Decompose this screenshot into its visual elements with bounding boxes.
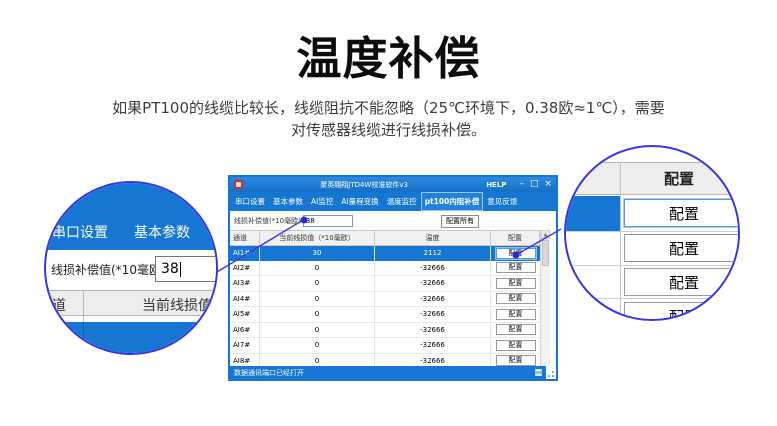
cell-line-loss: 30 [260, 246, 375, 261]
tab-feedback[interactable]: 意见反馈 [483, 192, 521, 211]
status-bar: 数据通讯端口已经打开 [230, 366, 556, 379]
description-line-2: 对传感器线缆进行线损补偿。 [291, 121, 486, 139]
cell-temperature: -32666 [375, 323, 491, 338]
table-row[interactable]: AI7# 0 -32666 配置 [230, 338, 540, 354]
table-row[interactable]: AI3# 0 -32666 配置 [230, 276, 540, 292]
configure-button[interactable]: 配置 [496, 340, 536, 351]
right-callout: 配置 配置 配置 配置 配置 [564, 145, 740, 321]
header-channel: 通道 [230, 231, 260, 245]
table-row[interactable]: AI2# 0 -32666 配置 [230, 261, 540, 277]
cell-line-loss: 0 [260, 323, 375, 338]
configure-button-magnified: 配置 [624, 199, 740, 227]
configure-button[interactable]: 配置 [496, 355, 536, 366]
left-callout-tabbar: 串口设置 基本参数 [46, 183, 216, 250]
right-callout-selected-cell [566, 196, 620, 231]
left-callout-header-line-loss: 当前线损值 [142, 295, 212, 315]
cell-channel: AI6# [230, 323, 260, 338]
left-callout-tab-serial: 串口设置 [52, 222, 108, 242]
app-icon [234, 180, 243, 189]
cell-line-loss: 0 [260, 276, 375, 291]
compensation-toolbar: 线损补偿值(*10毫欧) [230, 211, 556, 230]
scrollbar[interactable]: ▲ ▼ [540, 230, 550, 375]
cell-line-loss: 0 [260, 338, 375, 353]
configure-button[interactable]: 配置 [496, 293, 536, 304]
maximize-icon[interactable]: □ [530, 180, 539, 189]
configure-button[interactable]: 配置 [496, 262, 536, 273]
cell-channel: AI5# [230, 307, 260, 322]
cell-channel: AI4# [230, 292, 260, 307]
compensation-label: 线损补偿值(*10毫欧) [234, 216, 301, 226]
right-callout-header: 配置 [566, 162, 738, 195]
titlebar: 聚英翱翔JTD4W校准软件v3 HELP – □ × [230, 177, 556, 192]
cell-temperature: -32666 [375, 338, 491, 353]
table-header-row: 通道 当前线损值（*10毫欧） 温度 配置 [230, 230, 540, 246]
channel-table: 通道 当前线损值（*10毫欧） 温度 配置 AI1# 30 2112 配置 AI… [230, 230, 556, 375]
cell-line-loss: 0 [260, 307, 375, 322]
header-temperature: 温度 [375, 231, 491, 245]
tab-bar: 串口设置 基本参数 AI监控 AI量程变换 温度监控 pt100内阻补偿 意见反… [230, 192, 556, 211]
configure-all-button[interactable]: 配置所有 [441, 215, 479, 228]
header-line-loss: 当前线损值（*10毫欧） [260, 231, 375, 245]
configure-button-magnified: 配置 [624, 302, 740, 321]
window-title: 聚英翱翔JTD4W校准软件v3 [246, 180, 482, 190]
cell-channel: AI7# [230, 338, 260, 353]
scrollbar-thumb[interactable] [542, 240, 549, 266]
tab-ai-range-convert[interactable]: AI量程变换 [337, 192, 382, 211]
tab-temperature-monitor[interactable]: 温度监控 [383, 192, 421, 211]
cell-temperature: -32666 [375, 261, 491, 276]
page: 温度补偿 如果PT100的线缆比较长，线缆阻抗不能忽略（25℃环境下，0.38欧… [0, 0, 777, 426]
configure-button-magnified: 配置 [624, 234, 740, 262]
table-row[interactable]: AI1# 30 2112 配置 [230, 246, 540, 261]
table-row[interactable]: AI6# 0 -32666 配置 [230, 323, 540, 339]
cell-temperature: 2112 [375, 246, 491, 261]
scroll-up-icon[interactable]: ▲ [541, 230, 550, 239]
app-window: 聚英翱翔JTD4W校准软件v3 HELP – □ × 串口设置 基本参数 AI监… [228, 175, 558, 381]
close-icon[interactable]: × [544, 180, 552, 189]
left-callout: 串口设置 基本参数 线损补偿值(*10毫欧) 38 通道 当前线损值 [44, 181, 218, 355]
resize-grip[interactable] [546, 366, 556, 379]
cell-channel: AI2# [230, 261, 260, 276]
cell-channel: AI3# [230, 276, 260, 291]
configure-button[interactable]: 配置 [496, 309, 536, 320]
serial-port-icon [535, 369, 542, 376]
cell-temperature: -32666 [375, 292, 491, 307]
cell-line-loss: 0 [260, 261, 375, 276]
left-callout-input: 38 [155, 256, 218, 282]
table-row[interactable]: AI4# 0 -32666 配置 [230, 292, 540, 308]
help-menu[interactable]: HELP [486, 181, 506, 189]
table-row[interactable]: AI5# 0 -32666 配置 [230, 307, 540, 323]
left-callout-filter-label: 线损补偿值(*10毫欧) [51, 261, 166, 278]
cell-temperature: -32666 [375, 276, 491, 291]
tab-ai-monitor[interactable]: AI监控 [307, 192, 337, 211]
configure-button[interactable]: 配置 [496, 278, 536, 289]
page-title: 温度补偿 [0, 22, 777, 87]
configure-button-magnified: 配置 [624, 268, 740, 296]
description-line-1: 如果PT100的线缆比较长，线缆阻抗不能忽略（25℃环境下，0.38欧≈1℃），… [112, 99, 665, 117]
column-divider [620, 162, 621, 319]
compensation-input[interactable] [303, 215, 353, 227]
cell-channel: AI1# [230, 246, 260, 261]
tab-pt100-compensation[interactable]: pt100内阻补偿 [421, 192, 484, 211]
left-callout-header-channel: 通道 [44, 295, 66, 315]
text-cursor-icon [180, 262, 181, 277]
page-description: 如果PT100的线缆比较长，线缆阻抗不能忽略（25℃环境下，0.38欧≈1℃），… [0, 97, 777, 141]
header-configure: 配置 [491, 231, 540, 245]
left-callout-tab-basic: 基本参数 [134, 222, 190, 242]
left-callout-table-header: 通道 当前线损值 [46, 290, 216, 316]
configure-button[interactable]: 配置 [496, 248, 536, 259]
configure-button[interactable]: 配置 [496, 324, 536, 335]
tab-basic-params[interactable]: 基本参数 [269, 192, 307, 211]
status-text: 数据通讯端口已经打开 [234, 368, 535, 378]
right-callout-header-configure: 配置 [620, 168, 738, 189]
left-callout-selected-row [46, 322, 216, 353]
minimize-icon[interactable]: – [519, 180, 524, 189]
tab-serial-settings[interactable]: 串口设置 [231, 192, 269, 211]
cell-line-loss: 0 [260, 292, 375, 307]
cell-temperature: -32666 [375, 307, 491, 322]
